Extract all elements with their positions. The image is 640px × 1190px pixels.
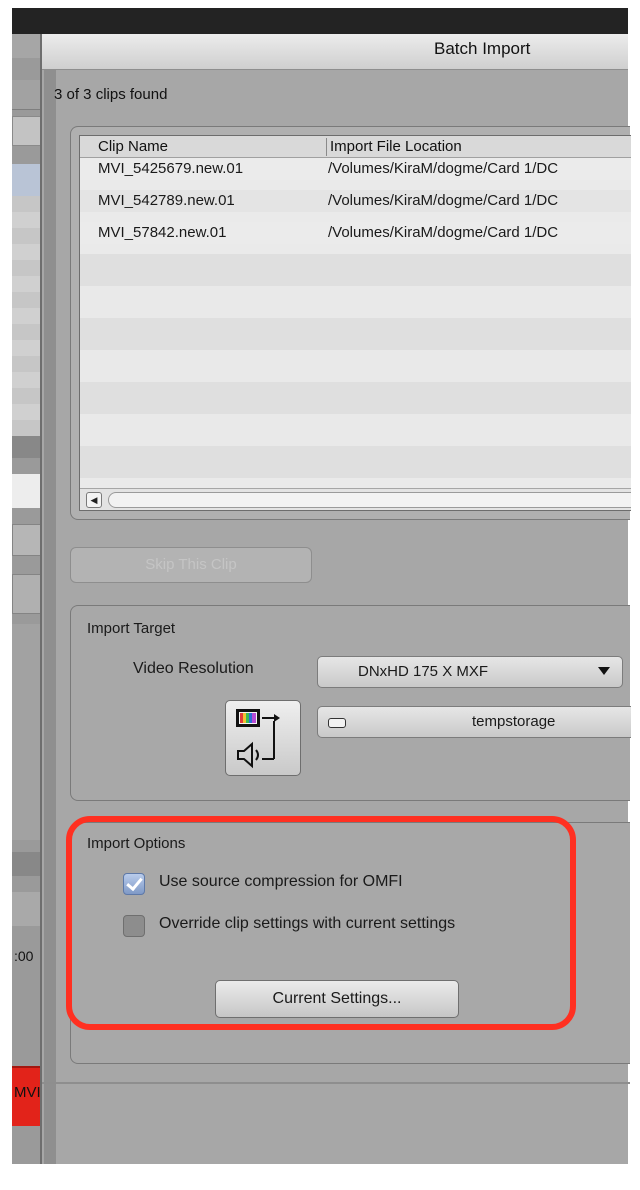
current-settings-button[interactable]: Current Settings... [215, 980, 459, 1018]
use-source-compression-checkbox[interactable] [123, 873, 145, 895]
import-target-label: Import Target [87, 620, 176, 637]
dialog-left-edge [44, 70, 56, 1164]
empty-row [80, 446, 631, 478]
empty-row [80, 382, 631, 414]
video-resolution-select[interactable]: DNxHD 175 X MXF [317, 656, 623, 688]
scroll-track[interactable] [108, 492, 631, 508]
clips-found-status: 3 of 3 clips found [54, 86, 168, 103]
override-clip-settings-label[interactable]: Override clip settings with current sett… [159, 915, 455, 933]
column-header-import-location[interactable]: Import File Location [330, 138, 462, 155]
override-clip-settings-checkbox[interactable] [123, 915, 145, 937]
batch-import-dialog: Batch Import 3 of 3 clips found Clip Nam… [40, 34, 631, 1164]
use-source-compression-label[interactable]: Use source compression for OMFI [159, 873, 403, 891]
empty-row [80, 350, 631, 382]
empty-row [80, 254, 631, 286]
table-row[interactable]: MVI_542789.new.01 /Volumes/KiraM/dogme/C… [80, 190, 631, 212]
scroll-left-arrow-icon[interactable]: ◀ [86, 492, 102, 508]
skip-this-clip-button[interactable]: Skip This Clip [70, 547, 312, 583]
location-cell: /Volumes/KiraM/dogme/Card 1/DC [328, 224, 559, 241]
storage-value: tempstorage [472, 713, 556, 730]
video-audio-target-icon[interactable] [225, 700, 301, 776]
horizontal-scrollbar[interactable]: ◀ [80, 488, 631, 510]
video-resolution-label: Video Resolution [133, 660, 254, 677]
monitor-speaker-icon [236, 709, 280, 769]
column-divider[interactable] [326, 138, 327, 156]
import-options-group: Import Options Use source compression fo… [70, 822, 630, 1064]
table-body: MVI_5425679.new.01 /Volumes/KiraM/dogme/… [80, 158, 631, 488]
clip-name-cell: MVI_57842.new.01 [98, 224, 227, 241]
table-row[interactable]: MVI_57842.new.01 /Volumes/KiraM/dogme/Ca… [80, 222, 631, 244]
empty-row [80, 414, 631, 446]
table-header: Clip Name Import File Location [80, 136, 631, 158]
table-row[interactable]: MVI_5425679.new.01 /Volumes/KiraM/dogme/… [80, 158, 631, 180]
clip-name-cell: MVI_5425679.new.01 [98, 160, 244, 177]
menu-bar [12, 8, 628, 34]
dropdown-arrow-icon [598, 667, 610, 675]
video-resolution-value: DNxHD 175 X MXF [358, 663, 489, 680]
column-header-clip-name[interactable]: Clip Name [98, 138, 168, 155]
dialog-titlebar[interactable]: Batch Import [42, 34, 628, 70]
screenshot-frame: :00 MVI Batch Import 3 of 3 clips found … [0, 0, 640, 1190]
import-options-label: Import Options [87, 835, 186, 852]
location-cell: /Volumes/KiraM/dogme/Card 1/DC [328, 192, 559, 209]
drive-icon [328, 718, 346, 728]
dialog-bottom-divider [42, 1082, 630, 1084]
empty-row [80, 286, 631, 318]
clip-name-cell: MVI_542789.new.01 [98, 192, 235, 209]
import-target-group: Import Target Video Resolution DNxHD 175… [70, 605, 631, 801]
clip-table: Clip Name Import File Location MVI_54256… [79, 135, 631, 511]
location-cell: /Volumes/KiraM/dogme/Card 1/DC [328, 160, 559, 177]
storage-select[interactable]: tempstorage [317, 706, 631, 738]
clip-list-panel: Clip Name Import File Location MVI_54256… [70, 126, 631, 520]
dialog-title: Batch Import [434, 39, 531, 58]
empty-row [80, 318, 631, 350]
